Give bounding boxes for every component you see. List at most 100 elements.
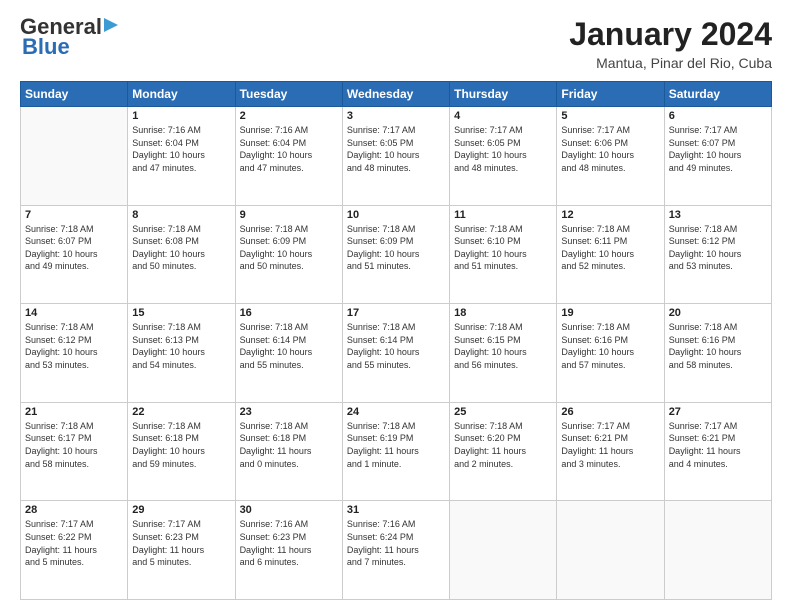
day-number: 21 [25,406,123,418]
day-number: 14 [25,307,123,319]
calendar-cell: 17 Sunrise: 7:18 AMSunset: 6:14 PMDayligh… [342,304,449,403]
day-info: Sunrise: 7:18 AMSunset: 6:12 PMDaylight:… [669,223,767,273]
calendar-cell: 21Sunrise: 7:18 AMSunset: 6:17 PMDayligh… [21,402,128,501]
logo-blue: Blue [22,34,70,60]
calendar-cell: 28Sunrise: 7:17 AMSunset: 6:22 PMDayligh… [21,501,128,600]
calendar-cell: 10Sunrise: 7:18 AMSunset: 6:09 PMDayligh… [342,205,449,304]
day-number: 15 [132,307,230,319]
day-number: 30 [240,504,338,516]
day-info: Sunrise: 7:18 AMSunset: 6:14 PMDaylight:… [347,321,445,371]
calendar-cell: 27Sunrise: 7:17 AMSunset: 6:21 PMDayligh… [664,402,771,501]
day-info: Sunrise: 7:18 AMSunset: 6:16 PMDaylight:… [561,321,659,371]
day-number: 25 [454,406,552,418]
day-info: Sunrise: 7:18 AMSunset: 6:08 PMDaylight:… [132,223,230,273]
weekday-header-monday: Monday [128,82,235,107]
day-info: Sunrise: 7:18 AMSunset: 6:20 PMDaylight:… [454,420,552,470]
weekday-header-sunday: Sunday [21,82,128,107]
week-row-1: 1Sunrise: 7:16 AMSunset: 6:04 PMDaylight… [21,107,772,206]
day-info: Sunrise: 7:18 AMSunset: 6:15 PMDaylight:… [454,321,552,371]
day-info: Sunrise: 7:17 AMSunset: 6:21 PMDaylight:… [561,420,659,470]
calendar-cell: 5 Sunrise: 7:17 AMSunset: 6:06 PMDaylight… [557,107,664,206]
month-title: January 2024 [569,16,772,53]
week-row-3: 14 Sunrise: 7:18 AMSunset: 6:12 PMDayligh… [21,304,772,403]
weekday-header-tuesday: Tuesday [235,82,342,107]
day-info: Sunrise: 7:18 AMSunset: 6:19 PMDaylight:… [347,420,445,470]
calendar-cell: 20 Sunrise: 7:18 AMSunset: 6:16 PMDayligh… [664,304,771,403]
day-info: Sunrise: 7:18 AMSunset: 6:16 PMDaylight:… [669,321,767,371]
day-number: 12 [561,209,659,221]
day-number: 16 [240,307,338,319]
calendar-cell: 16 Sunrise: 7:18 AMSunset: 6:14 PMDayligh… [235,304,342,403]
weekday-header-saturday: Saturday [664,82,771,107]
calendar-cell: 7Sunrise: 7:18 AMSunset: 6:07 PMDaylight… [21,205,128,304]
calendar-cell: 31 Sunrise: 7:16 AMSunset: 6:24 PMDayligh… [342,501,449,600]
weekday-header-thursday: Thursday [450,82,557,107]
day-info: Sunrise: 7:18 AMSunset: 6:14 PMDaylight:… [240,321,338,371]
day-number: 13 [669,209,767,221]
header: General Blue January 2024 Mantua, Pinar … [20,16,772,71]
day-number: 17 [347,307,445,319]
logo-arrow-icon [104,16,122,34]
day-number: 8 [132,209,230,221]
week-row-4: 21Sunrise: 7:18 AMSunset: 6:17 PMDayligh… [21,402,772,501]
calendar-cell [664,501,771,600]
day-info: Sunrise: 7:18 AMSunset: 6:12 PMDaylight:… [25,321,123,371]
day-info: Sunrise: 7:16 AMSunset: 6:04 PMDaylight:… [132,124,230,174]
calendar-table: SundayMondayTuesdayWednesdayThursdayFrid… [20,81,772,600]
calendar-cell: 26 Sunrise: 7:17 AMSunset: 6:21 PMDayligh… [557,402,664,501]
day-info: Sunrise: 7:18 AMSunset: 6:09 PMDaylight:… [240,223,338,273]
day-number: 19 [561,307,659,319]
week-row-5: 28Sunrise: 7:17 AMSunset: 6:22 PMDayligh… [21,501,772,600]
day-info: Sunrise: 7:17 AMSunset: 6:23 PMDaylight:… [132,518,230,568]
page: General Blue January 2024 Mantua, Pinar … [0,0,792,612]
weekday-header-friday: Friday [557,82,664,107]
calendar-cell: 12 Sunrise: 7:18 AMSunset: 6:11 PMDayligh… [557,205,664,304]
calendar-cell: 3 Sunrise: 7:17 AMSunset: 6:05 PMDaylight… [342,107,449,206]
day-number: 18 [454,307,552,319]
logo: General Blue [20,16,122,60]
day-info: Sunrise: 7:16 AMSunset: 6:24 PMDaylight:… [347,518,445,568]
day-info: Sunrise: 7:17 AMSunset: 6:05 PMDaylight:… [454,124,552,174]
day-number: 28 [25,504,123,516]
day-number: 20 [669,307,767,319]
calendar-cell: 4Sunrise: 7:17 AMSunset: 6:05 PMDaylight… [450,107,557,206]
day-number: 3 [347,110,445,122]
calendar-cell: 19 Sunrise: 7:18 AMSunset: 6:16 PMDayligh… [557,304,664,403]
calendar-cell: 2 Sunrise: 7:16 AMSunset: 6:04 PMDaylight… [235,107,342,206]
calendar-cell: 1Sunrise: 7:16 AMSunset: 6:04 PMDaylight… [128,107,235,206]
day-number: 6 [669,110,767,122]
title-block: January 2024 Mantua, Pinar del Rio, Cuba [569,16,772,71]
calendar-cell: 24Sunrise: 7:18 AMSunset: 6:19 PMDayligh… [342,402,449,501]
day-number: 26 [561,406,659,418]
day-info: Sunrise: 7:18 AMSunset: 6:11 PMDaylight:… [561,223,659,273]
day-number: 5 [561,110,659,122]
day-info: Sunrise: 7:18 AMSunset: 6:18 PMDaylight:… [240,420,338,470]
calendar-cell: 23 Sunrise: 7:18 AMSunset: 6:18 PMDayligh… [235,402,342,501]
calendar-cell: 6Sunrise: 7:17 AMSunset: 6:07 PMDaylight… [664,107,771,206]
calendar-cell: 18 Sunrise: 7:18 AMSunset: 6:15 PMDayligh… [450,304,557,403]
calendar-cell [557,501,664,600]
day-info: Sunrise: 7:17 AMSunset: 6:06 PMDaylight:… [561,124,659,174]
day-info: Sunrise: 7:18 AMSunset: 6:18 PMDaylight:… [132,420,230,470]
day-number: 22 [132,406,230,418]
weekday-header-wednesday: Wednesday [342,82,449,107]
calendar-cell [21,107,128,206]
day-number: 2 [240,110,338,122]
day-number: 31 [347,504,445,516]
day-info: Sunrise: 7:16 AMSunset: 6:04 PMDaylight:… [240,124,338,174]
day-info: Sunrise: 7:18 AMSunset: 6:10 PMDaylight:… [454,223,552,273]
day-info: Sunrise: 7:18 AMSunset: 6:07 PMDaylight:… [25,223,123,273]
weekday-header-row: SundayMondayTuesdayWednesdayThursdayFrid… [21,82,772,107]
calendar-cell: 15 Sunrise: 7:18 AMSunset: 6:13 PMDayligh… [128,304,235,403]
day-info: Sunrise: 7:18 AMSunset: 6:09 PMDaylight:… [347,223,445,273]
calendar-cell [450,501,557,600]
day-info: Sunrise: 7:17 AMSunset: 6:05 PMDaylight:… [347,124,445,174]
calendar-cell: 29Sunrise: 7:17 AMSunset: 6:23 PMDayligh… [128,501,235,600]
calendar-cell: 8 Sunrise: 7:18 AMSunset: 6:08 PMDaylight… [128,205,235,304]
calendar-cell: 22 Sunrise: 7:18 AMSunset: 6:18 PMDayligh… [128,402,235,501]
calendar-cell: 9Sunrise: 7:18 AMSunset: 6:09 PMDaylight… [235,205,342,304]
day-info: Sunrise: 7:17 AMSunset: 6:21 PMDaylight:… [669,420,767,470]
calendar-cell: 30Sunrise: 7:16 AMSunset: 6:23 PMDayligh… [235,501,342,600]
day-number: 23 [240,406,338,418]
day-info: Sunrise: 7:18 AMSunset: 6:13 PMDaylight:… [132,321,230,371]
